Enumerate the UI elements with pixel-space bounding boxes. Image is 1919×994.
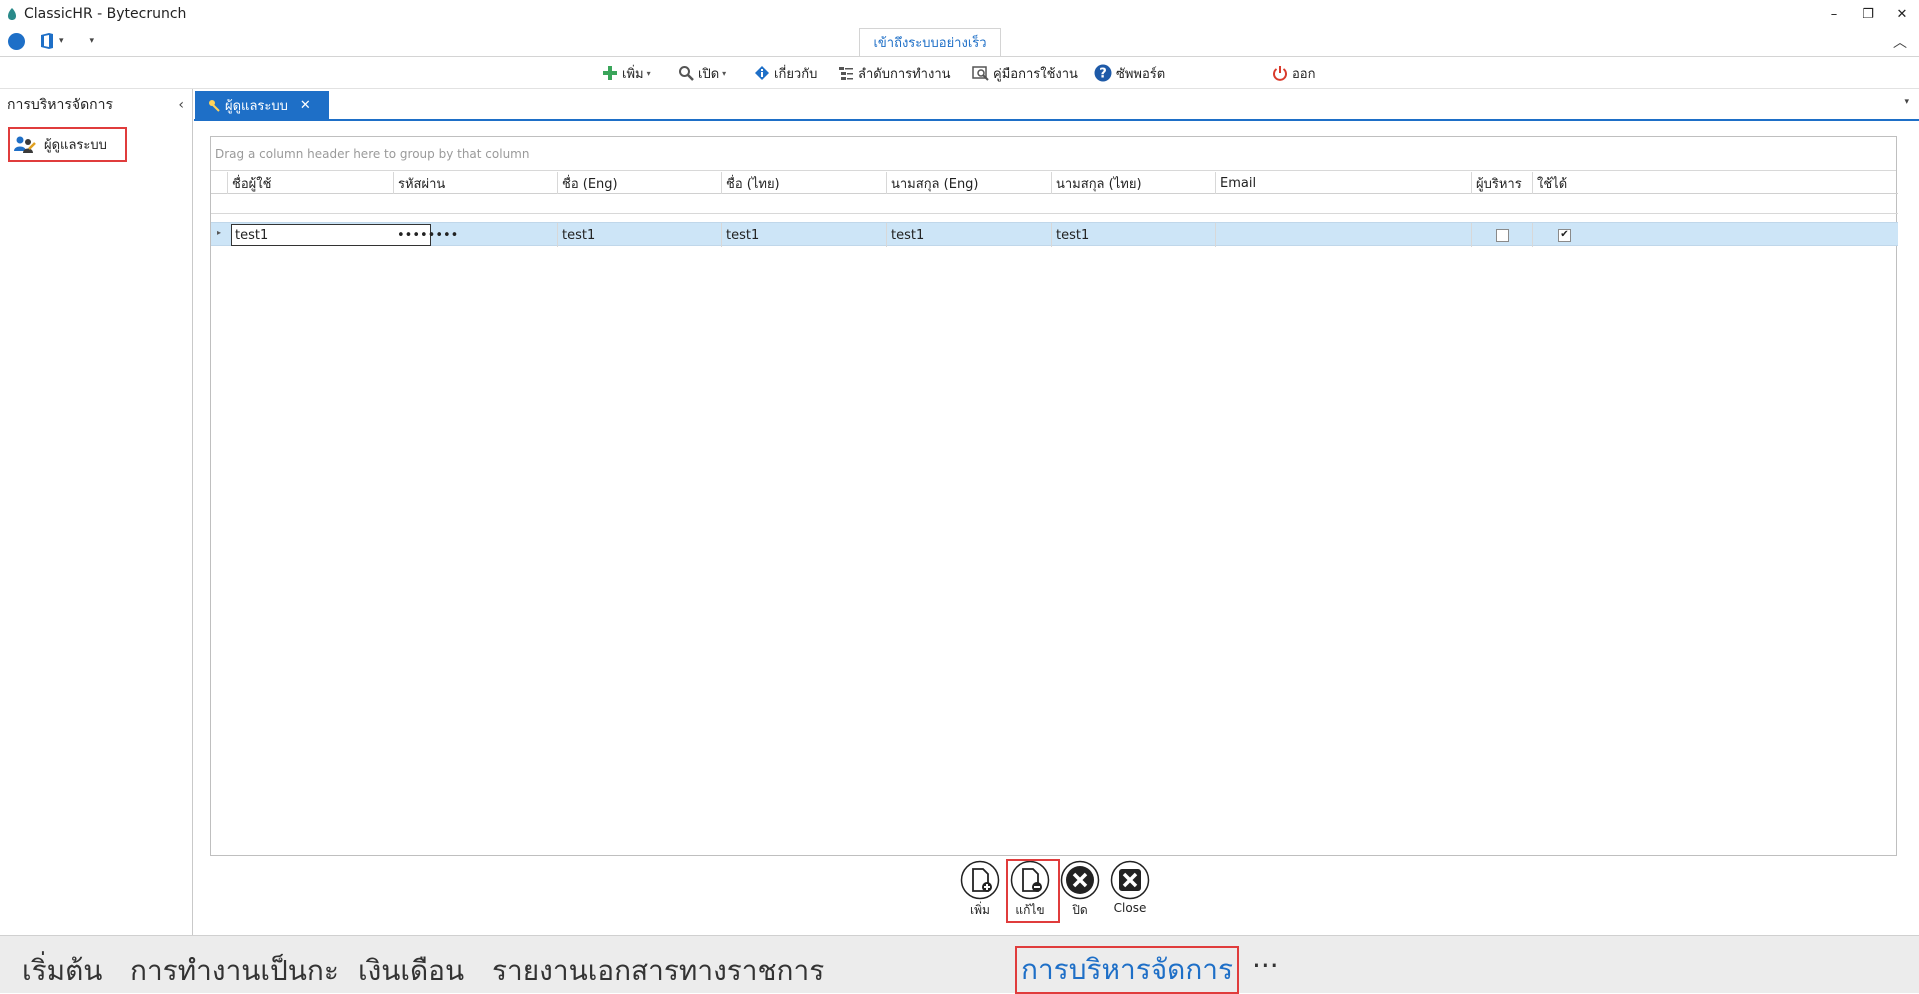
app-menu-icon[interactable]	[8, 32, 25, 50]
office-dropdown-icon[interactable]: ▾	[59, 36, 64, 46]
power-icon	[1273, 66, 1287, 81]
column-header-last-thai[interactable]: นามสกุล (ไทย)	[1051, 172, 1215, 194]
search-icon	[679, 66, 694, 81]
column-header-username[interactable]: ชื่อผู้ใช้	[227, 172, 393, 194]
info-icon	[755, 66, 769, 80]
sidebar-item-admin[interactable]: ผู้ดูแลระบบ	[8, 127, 127, 162]
new-document-icon	[960, 860, 1000, 900]
close-th-label: ปิด	[1072, 903, 1088, 917]
sidebar-heading: การบริหารจัดการ	[7, 97, 114, 113]
table-row[interactable]: ▸ test1 •••••••• test1 test1 test1 test1…	[211, 222, 1898, 247]
title-bar: ClassicHR - Bytecrunch – ❐ ✕	[0, 0, 1919, 28]
cell-email[interactable]	[1215, 223, 1471, 247]
cell-first-thai[interactable]: test1	[721, 223, 886, 247]
row-indicator-icon: ▸	[217, 228, 222, 237]
cell-password[interactable]: ••••••••	[393, 223, 557, 247]
close-en-button[interactable]: Close	[1100, 860, 1160, 915]
minimize-button[interactable]: –	[1817, 0, 1851, 28]
nav-shift-work[interactable]: การทำงานเป็นกะ	[130, 949, 339, 993]
column-header-first-thai[interactable]: ชื่อ (ไทย)	[721, 172, 886, 194]
nav-management[interactable]: การบริหารจัดการ	[1015, 946, 1240, 994]
key-user-icon	[209, 100, 220, 112]
sidebar: การบริหารจัดการ ‹ ผู้ดูแลระบบ	[0, 89, 193, 935]
enabled-checkbox[interactable]: ✔	[1558, 228, 1571, 242]
cell-enabled: ✔	[1532, 223, 1596, 247]
office-icon[interactable]	[39, 32, 55, 50]
tab-quick-access[interactable]: เข้าถึงระบบอย่างเร็ว	[859, 28, 1001, 57]
main-content: Drag a column header here to group by th…	[194, 121, 1919, 935]
edit-button-highlight	[1006, 859, 1060, 923]
manual-icon	[972, 66, 989, 81]
workflow-button[interactable]: ลำดับการทำงาน	[838, 57, 951, 89]
svg-text:?: ?	[1099, 67, 1107, 82]
nav-more-icon[interactable]: ···	[1252, 949, 1279, 982]
window-title: ClassicHR - Bytecrunch	[24, 6, 187, 22]
sidebar-item-label: ผู้ดูแลระบบ	[44, 138, 107, 153]
cell-first-eng[interactable]: test1	[557, 223, 721, 247]
nav-gov-reports[interactable]: รายงานเอกสารทางราชการ	[492, 949, 824, 993]
users-grid: Drag a column header here to group by th…	[210, 136, 1898, 856]
close-circle-icon	[1060, 860, 1100, 900]
bottom-nav: เริ่มต้น การทำงานเป็นกะ เงินเดือน รายงาน…	[0, 935, 1919, 994]
sidebar-collapse-icon[interactable]: ‹	[178, 97, 184, 113]
column-header-admin[interactable]: ผู้บริหาร	[1471, 172, 1532, 194]
logout-button[interactable]: ออก	[1272, 57, 1316, 89]
workflow-list-icon	[839, 67, 853, 80]
open-menu-button[interactable]: เปิด ▾	[678, 57, 726, 89]
cell-last-thai[interactable]: test1	[1051, 223, 1215, 247]
tab-list-dropdown-icon[interactable]: ▾	[1904, 97, 1909, 107]
cell-last-eng[interactable]: test1	[886, 223, 1051, 247]
close-window-button[interactable]: ✕	[1885, 0, 1919, 28]
support-label: ซัพพอร์ต	[1116, 66, 1166, 82]
close-square-icon	[1110, 860, 1150, 900]
nav-salary[interactable]: เงินเดือน	[358, 949, 464, 993]
help-icon: ?	[1094, 64, 1112, 82]
manual-label: คู่มือการใช้งาน	[993, 66, 1078, 82]
support-button[interactable]: ? ซัพพอร์ต	[1094, 57, 1165, 89]
column-header-last-eng[interactable]: นามสกุล (Eng)	[886, 172, 1051, 194]
ribbon-collapse-icon[interactable]: ︿	[1893, 32, 1907, 52]
column-header-password[interactable]: รหัสผ่าน	[393, 172, 557, 194]
close-en-label: Close	[1113, 901, 1147, 915]
admin-checkbox[interactable]	[1495, 228, 1509, 242]
grid-header-row: ชื่อผู้ใช้ รหัสผ่าน ชื่อ (Eng) ชื่อ (ไทย…	[211, 172, 1898, 194]
users-admin-icon	[14, 136, 36, 153]
add-menu-label: เพิ่ม	[622, 66, 644, 82]
app-logo-icon	[8, 8, 16, 20]
about-label: เกี่ยวกับ	[774, 66, 818, 82]
tab-close-icon[interactable]: ✕	[300, 98, 311, 113]
column-header-email[interactable]: Email	[1215, 172, 1471, 194]
manual-button[interactable]: คู่มือการใช้งาน	[972, 57, 1078, 89]
workflow-label: ลำดับการทำงาน	[858, 66, 951, 82]
column-header-enabled[interactable]: ใช้ได้	[1532, 172, 1596, 194]
document-tab-strip: ผู้ดูแลระบบ ✕ ▾	[194, 89, 1919, 121]
logout-label: ออก	[1292, 66, 1316, 82]
add-record-label: เพิ่ม	[970, 903, 990, 917]
add-caret-icon: ▾	[646, 68, 651, 78]
customize-qat-icon[interactable]: ▾	[90, 36, 95, 46]
open-menu-label: เปิด	[698, 66, 720, 82]
new-row-placeholder[interactable]	[211, 194, 1898, 214]
add-menu-button[interactable]: เพิ่ม ▾	[602, 57, 651, 89]
about-button[interactable]: เกี่ยวกับ	[754, 57, 817, 89]
group-by-panel[interactable]: Drag a column header here to group by th…	[211, 137, 1896, 171]
tab-admin-label: ผู้ดูแลระบบ	[225, 98, 288, 114]
nav-start[interactable]: เริ่มต้น	[22, 949, 102, 993]
cell-admin	[1471, 223, 1532, 247]
column-header-first-eng[interactable]: ชื่อ (Eng)	[557, 172, 721, 194]
open-caret-icon: ▾	[722, 68, 727, 78]
restore-button[interactable]: ❐	[1851, 0, 1885, 28]
tab-admin[interactable]: ผู้ดูแลระบบ ✕	[195, 91, 329, 119]
plus-icon	[603, 66, 617, 80]
main-toolbar: เพิ่ม ▾ เปิด ▾ เกี่ยวกับ ลำดับการทำงาน คู่…	[0, 57, 1919, 89]
